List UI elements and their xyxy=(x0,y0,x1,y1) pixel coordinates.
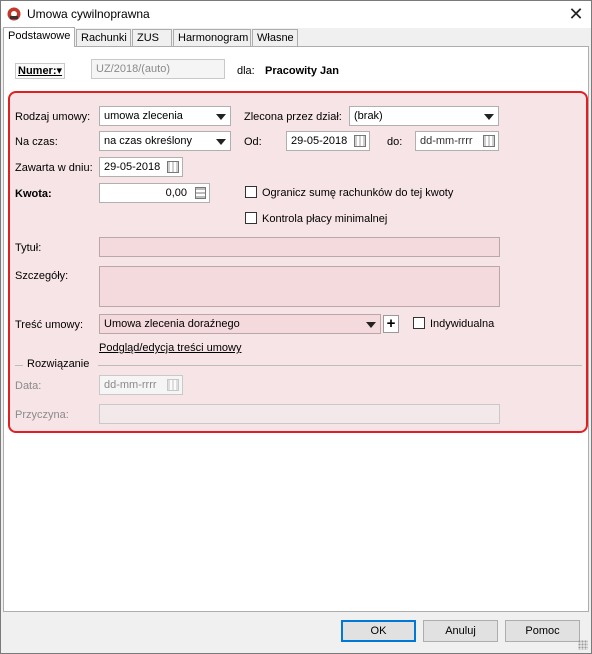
close-icon: ✕ xyxy=(568,4,584,24)
kwota-field[interactable]: 0,00 xyxy=(99,183,210,203)
tresc-umowy-select[interactable]: Umowa zlecenia doraźnego xyxy=(99,314,381,334)
pomoc-button[interactable]: Pomoc xyxy=(505,620,580,642)
calendar-icon[interactable] xyxy=(167,161,179,173)
kwota-label: Kwota: xyxy=(15,188,52,200)
do-date-field[interactable]: dd-mm-rrrr xyxy=(415,131,499,151)
od-label: Od: xyxy=(244,136,262,148)
tab-zus[interactable]: ZUS xyxy=(132,29,172,47)
tab-panel-podstawowe: Numer:▾ UZ/2018/(auto) dla: Pracowity Ja… xyxy=(3,46,589,612)
szczegoly-label: Szczegóły: xyxy=(15,270,69,282)
rozwiazanie-divider xyxy=(98,365,582,366)
calculator-icon[interactable] xyxy=(195,187,206,199)
numer-label: Numer: xyxy=(18,65,57,77)
tab-harmonogram[interactable]: Harmonogram xyxy=(173,29,251,47)
tytul-label: Tytuł: xyxy=(15,242,42,254)
indywidualna-checkbox[interactable] xyxy=(413,317,425,329)
app-logo-icon xyxy=(7,7,21,21)
dla-value: Pracowity Jan xyxy=(265,65,339,77)
highlighted-form-area: Rodzaj umowy: umowa zlecenia Zlecona prz… xyxy=(8,91,588,433)
chevron-down-icon xyxy=(216,114,226,120)
od-date-value: 29-05-2018 xyxy=(291,135,348,147)
od-date-field[interactable]: 29-05-2018 xyxy=(286,131,370,151)
ogranicz-label: Ogranicz sumę rachunków do tej kwoty xyxy=(262,187,454,199)
do-date-value: dd-mm-rrrr xyxy=(420,135,473,147)
kwota-value: 0,00 xyxy=(165,187,187,199)
rozwiazanie-data-label: Data: xyxy=(15,380,42,392)
calendar-icon[interactable] xyxy=(354,135,366,147)
window-title: Umowa cywilnoprawna xyxy=(27,7,150,21)
na-czas-value: na czas określony xyxy=(104,135,193,147)
anuluj-button[interactable]: Anuluj xyxy=(423,620,498,642)
ok-button[interactable]: OK xyxy=(341,620,416,642)
chevron-down-icon xyxy=(216,139,226,145)
indywidualna-label: Indywidualna xyxy=(430,318,495,330)
zawarta-w-dniu-field[interactable]: 29-05-2018 xyxy=(99,157,183,177)
dialog-window: Umowa cywilnoprawna ✕ Podstawowe Rachunk… xyxy=(0,0,592,654)
tresc-umowy-label: Treść umowy: xyxy=(15,319,84,331)
chevron-down-icon xyxy=(484,114,494,120)
zlecona-przez-dzial-value: (brak) xyxy=(354,110,383,122)
na-czas-label: Na czas: xyxy=(15,136,58,148)
chevron-down-icon: ▾ xyxy=(56,65,63,77)
ogranicz-checkbox[interactable] xyxy=(245,186,257,198)
do-label: do: xyxy=(387,136,403,148)
kontrola-placy-label: Kontrola płacy minimalnej xyxy=(262,213,388,225)
rozwiazanie-data-field: dd-mm-rrrr xyxy=(99,375,183,395)
calendar-icon xyxy=(167,379,179,391)
tab-rachunki[interactable]: Rachunki xyxy=(76,29,131,47)
chevron-down-icon xyxy=(366,322,376,328)
zawarta-w-dniu-label: Zawarta w dniu: xyxy=(15,162,93,174)
przyczyna-label: Przyczyna: xyxy=(15,409,69,421)
calendar-icon[interactable] xyxy=(483,135,495,147)
rodzaj-umowy-select[interactable]: umowa zlecenia xyxy=(99,106,231,126)
resize-grip[interactable] xyxy=(578,640,588,650)
rodzaj-umowy-label: Rodzaj umowy: xyxy=(15,111,91,123)
rodzaj-umowy-value: umowa zlecenia xyxy=(104,110,183,122)
plus-icon: + xyxy=(386,315,396,332)
rozwiazanie-data-value: dd-mm-rrrr xyxy=(104,379,157,391)
dla-label: dla: xyxy=(237,65,255,77)
tab-wlasne[interactable]: Własne xyxy=(252,29,298,47)
tytul-input[interactable] xyxy=(99,237,500,257)
close-button[interactable]: ✕ xyxy=(561,1,591,28)
title-bar: Umowa cywilnoprawna ✕ xyxy=(1,1,591,28)
rozwiazanie-divider-left xyxy=(15,365,23,366)
zlecona-przez-dzial-label: Zlecona przez dział: xyxy=(244,111,342,123)
tab-podstawowe[interactable]: Podstawowe xyxy=(3,27,75,47)
podglad-edycja-link[interactable]: Podgląd/edycja treści umowy xyxy=(99,342,241,354)
kontrola-placy-checkbox[interactable] xyxy=(245,212,257,224)
na-czas-select[interactable]: na czas określony xyxy=(99,131,231,151)
szczegoly-textarea[interactable] xyxy=(99,266,500,307)
zawarta-w-dniu-value: 29-05-2018 xyxy=(104,161,161,173)
przyczyna-input xyxy=(99,404,500,424)
zlecona-przez-dzial-select[interactable]: (brak) xyxy=(349,106,499,126)
numer-dropdown-button[interactable]: Numer:▾ xyxy=(15,63,66,79)
numer-field: UZ/2018/(auto) xyxy=(91,59,225,79)
add-tresc-button[interactable]: + xyxy=(383,315,399,333)
rozwiazanie-section-label: Rozwiązanie xyxy=(27,358,90,370)
tresc-umowy-value: Umowa zlecenia doraźnego xyxy=(104,318,240,330)
